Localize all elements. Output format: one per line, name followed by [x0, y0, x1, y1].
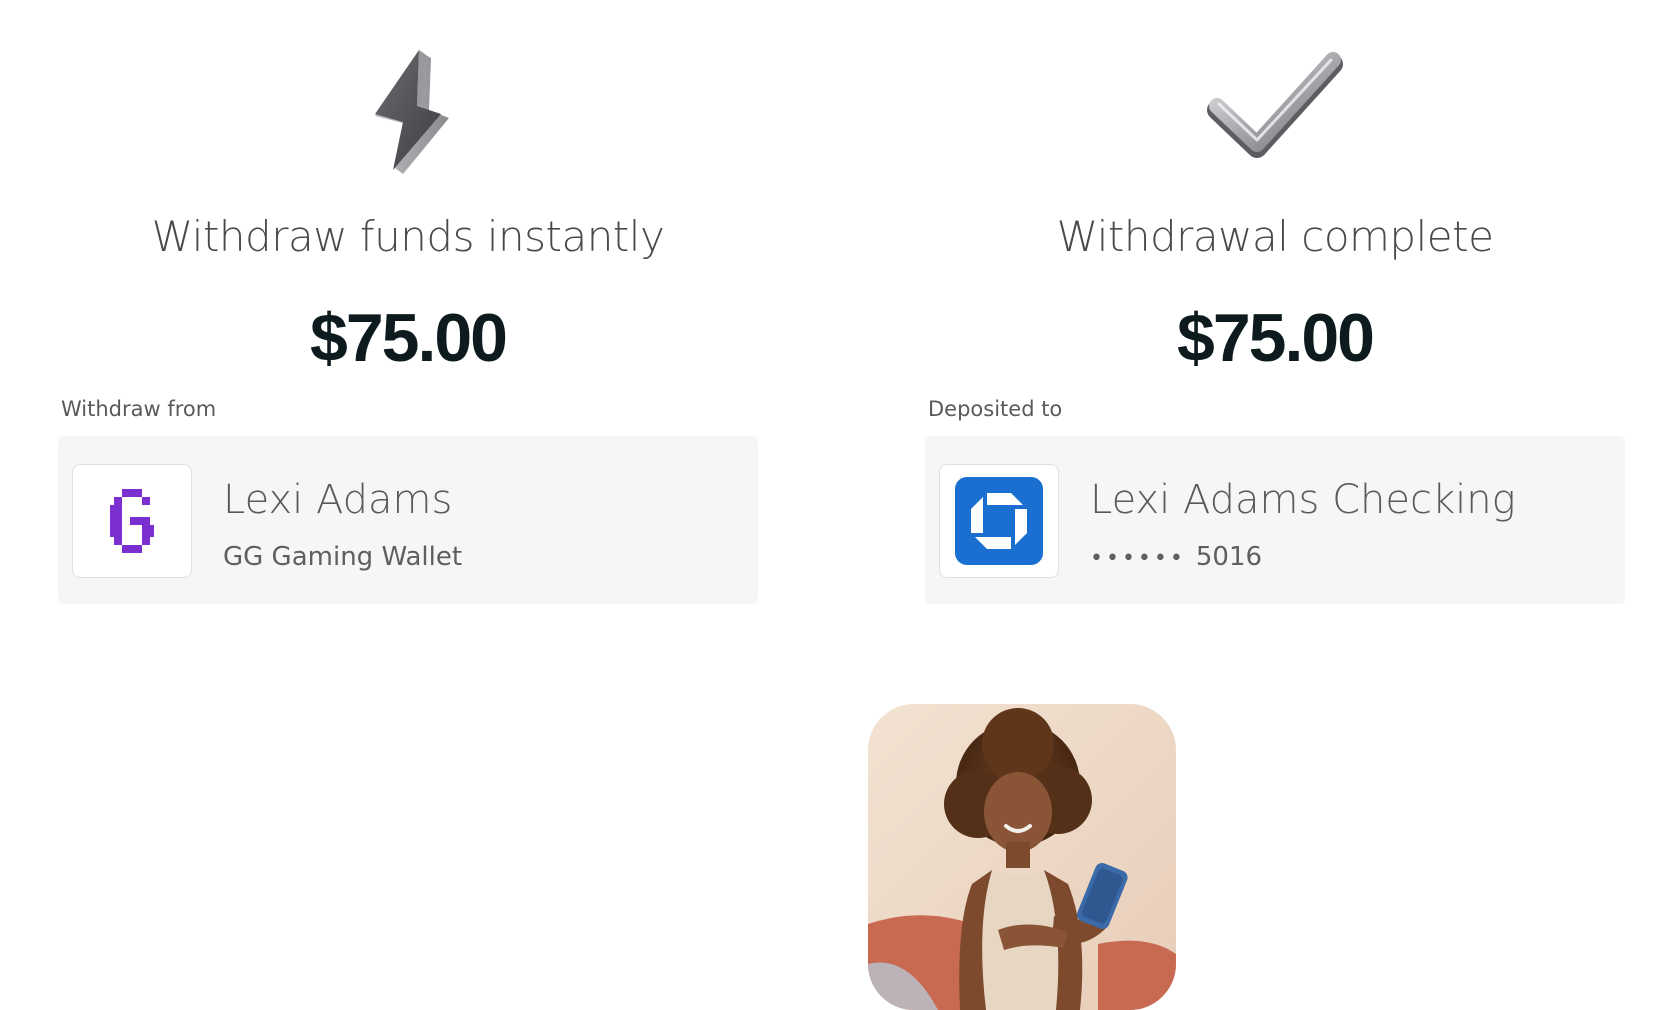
gg-gaming-logo	[72, 464, 192, 578]
account-last4: 5016	[1195, 542, 1263, 572]
panel-title: Withdraw funds instantly	[151, 212, 665, 261]
panel-title: Withdrawal complete	[1056, 212, 1494, 261]
bank-logo	[939, 464, 1059, 578]
withdraw-from-label: Withdraw from	[61, 397, 217, 421]
account-number: •••••• 5016	[1090, 540, 1262, 576]
account-name: Lexi Adams Checking	[1090, 477, 1516, 523]
woman-using-phone-photo	[868, 704, 1176, 1010]
account-subtitle: GG Gaming Wallet	[223, 542, 463, 572]
account-name: Lexi Adams	[223, 477, 453, 523]
lightning-bolt-icon	[58, 48, 758, 188]
deposited-to-label: Deposited to	[928, 397, 1063, 421]
withdraw-amount: $75.00	[310, 300, 508, 376]
withdraw-panel: Withdraw funds instantly $75.00 Withdraw…	[58, 0, 758, 610]
deposit-amount: $75.00	[1177, 300, 1375, 376]
checkmark-icon	[925, 48, 1625, 188]
source-account-card[interactable]: Lexi Adams GG Gaming Wallet	[58, 436, 758, 604]
masked-digits: ••••••	[1090, 546, 1186, 571]
complete-panel: Withdrawal complete $75.00 Deposited to …	[925, 0, 1625, 610]
destination-account-card[interactable]: Lexi Adams Checking •••••• 5016	[925, 436, 1625, 604]
